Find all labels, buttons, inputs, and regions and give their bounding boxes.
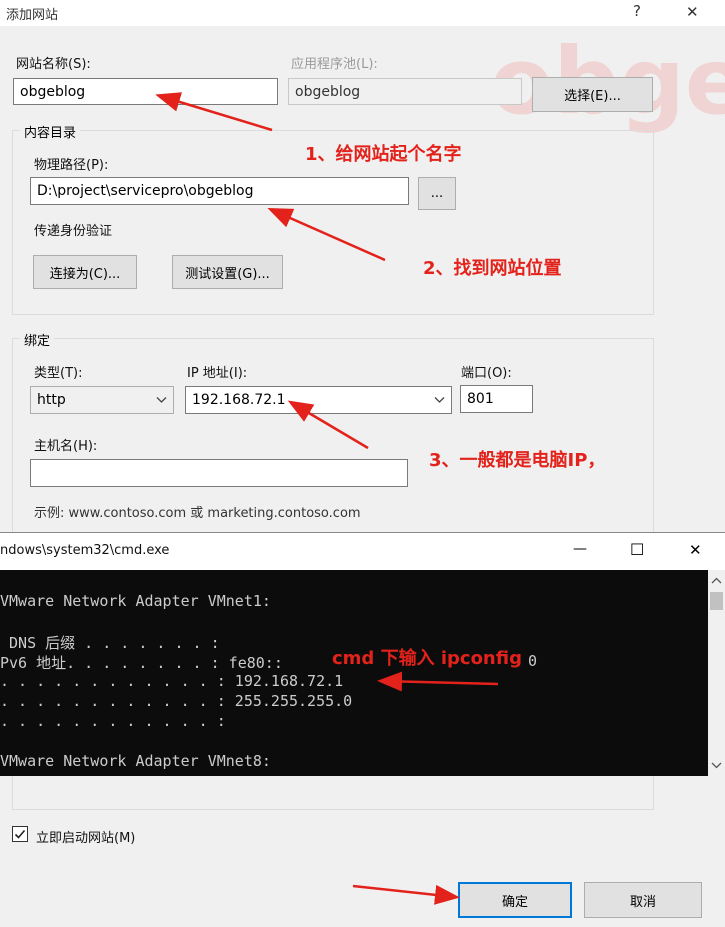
scroll-up-icon[interactable] — [708, 574, 725, 588]
cmd-console: VMware Network Adapter VMnet1: DNS 后缀 . … — [0, 570, 708, 776]
cmd-title: ndows\system32\cmd.exe — [0, 543, 170, 558]
site-name-label: 网站名称(S): — [16, 57, 91, 72]
start-now-checkbox[interactable] — [12, 826, 28, 842]
connect-as-button[interactable]: 连接为(C)... — [33, 255, 137, 289]
type-label: 类型(T): — [34, 366, 83, 381]
console-line: VMware Network Adapter VMnet1: — [0, 592, 271, 610]
hostname-input[interactable] — [30, 459, 408, 487]
passthrough-auth-label: 传递身份验证 — [34, 224, 113, 239]
annotation-cmd-note: cmd 下输入 ipconfig — [330, 644, 524, 670]
content-directory-group-label: 内容目录 — [20, 122, 81, 141]
ip-address-value: 192.168.72.1 — [192, 392, 286, 408]
binding-group-label: 绑定 — [20, 330, 55, 349]
cancel-button[interactable]: 取消 — [584, 882, 702, 918]
maximize-icon[interactable]: ☐ — [630, 540, 644, 559]
example-text: 示例: www.contoso.com 或 marketing.contoso.… — [34, 506, 361, 521]
port-input[interactable]: 801 — [460, 385, 533, 413]
app-pool-field: obgeblog — [288, 78, 522, 105]
physical-path-input[interactable]: D:\project\servicepro\obgeblog — [30, 177, 409, 205]
ip-address-select[interactable]: 192.168.72.1 — [185, 386, 452, 414]
scroll-down-icon[interactable] — [708, 758, 725, 772]
chevron-down-icon — [434, 397, 445, 403]
start-now-label: 立即启动网站(M) — [36, 831, 136, 846]
close-icon[interactable]: ✕ — [686, 3, 699, 21]
lower-group-edge — [12, 776, 654, 810]
help-icon[interactable]: ? — [633, 2, 641, 20]
ok-button[interactable]: 确定 — [458, 882, 572, 918]
console-line: DNS 后缀 . . . . . . . : — [0, 634, 220, 652]
type-select-value: http — [37, 392, 66, 408]
scrollbar-thumb[interactable] — [710, 592, 723, 610]
annotation-step3: 3、一般都是电脑IP， — [429, 450, 606, 471]
chevron-down-icon — [156, 397, 167, 403]
console-line: VMware Network Adapter VMnet8: — [0, 752, 271, 770]
dialog-title-bar: 添加网站 ? ✕ — [0, 0, 725, 26]
port-label: 端口(O): — [461, 366, 512, 381]
type-select[interactable]: http — [30, 386, 174, 414]
console-partial-text: 0 — [528, 652, 538, 670]
browse-button[interactable]: ... — [418, 177, 456, 210]
test-settings-button[interactable]: 测试设置(G)... — [172, 255, 283, 289]
cmd-scrollbar[interactable] — [708, 570, 725, 776]
console-line: Pv6 地址. . . . . . . . : fe80:: — [0, 654, 283, 672]
site-name-input[interactable]: obgeblog — [13, 78, 278, 105]
close-icon[interactable]: ✕ — [689, 541, 702, 559]
physical-path-label: 物理路径(P): — [34, 158, 109, 173]
checkmark-icon — [14, 829, 26, 839]
console-line: . . . . . . . . . . . . : 255.255.255.0 — [0, 692, 353, 710]
hostname-label: 主机名(H): — [34, 439, 98, 454]
console-line: . . . . . . . . . . . . : 192.168.72.1 — [0, 672, 344, 690]
ip-address-label: IP 地址(I): — [187, 366, 248, 381]
annotation-step1: 1、给网站起个名字 — [305, 144, 462, 165]
console-line: . . . . . . . . . . . . : — [0, 712, 226, 730]
annotation-step2: 2、找到网站位置 — [423, 258, 562, 279]
dialog-title: 添加网站 — [6, 8, 59, 23]
app-pool-label: 应用程序池(L): — [291, 57, 378, 72]
minimize-icon[interactable]: — — [573, 541, 587, 557]
cmd-title-bar: ndows\system32\cmd.exe — ☐ ✕ — [0, 532, 725, 570]
select-app-pool-button[interactable]: 选择(E)... — [532, 77, 653, 112]
